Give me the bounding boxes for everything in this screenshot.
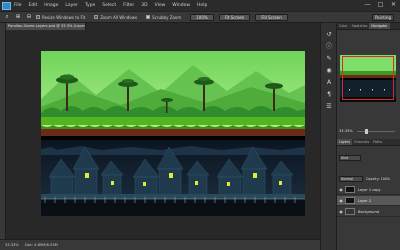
menu-type[interactable]: Type (85, 3, 95, 8)
scrubby-zoom-label: Scrubby Zoom (152, 14, 182, 20)
navigator-zoom-knob[interactable] (365, 129, 368, 134)
eye-icon[interactable]: ◉ (337, 187, 345, 192)
tab-channels[interactable]: Channels (352, 139, 371, 145)
layer-row[interactable]: ◉ Layer 1 copy (337, 185, 400, 195)
tab-navigator[interactable]: Navigator (369, 23, 390, 29)
zoom-100-button[interactable]: 100% (190, 13, 214, 21)
tree-left (66, 81, 68, 111)
layer-kind-filter[interactable]: Kind (339, 154, 361, 161)
navigator-panel-tabs: Color Swatches Navigator (337, 23, 400, 30)
menu-filter[interactable]: Filter (123, 3, 134, 8)
menu-help[interactable]: Help (197, 3, 207, 8)
menu-bar: File Edit Image Layer Type Select Filter… (0, 0, 400, 11)
history-icon[interactable]: ↺ (325, 31, 333, 39)
eye-icon[interactable]: ◉ (337, 209, 345, 214)
options-bar: ⌕ ⊕ ⊖ Resize Windows to Fit Zoom All Win… (0, 11, 400, 23)
layer-name: Layer 1 copy (358, 187, 381, 192)
menu-file[interactable]: File (14, 3, 22, 8)
status-doc-size[interactable]: Doc: 4.69M/6.55M (25, 243, 58, 247)
minimize-button[interactable]: — (363, 1, 372, 9)
zoom-in-icon[interactable]: ⊕ (14, 13, 22, 21)
info-icon[interactable]: ⓘ (325, 43, 333, 51)
character-icon[interactable]: A (325, 79, 333, 87)
tab-paths[interactable]: Paths (371, 139, 384, 145)
day-layer (41, 51, 305, 136)
paragraph-icon[interactable]: ¶ (325, 91, 333, 99)
layer-row[interactable]: ◉ Background (337, 207, 400, 217)
navigator-zoom-value[interactable]: 33.33% (339, 129, 353, 133)
layer-thumbnail (345, 208, 355, 215)
resize-windows-label: Resize Windows to Fit (42, 14, 86, 20)
menu-view[interactable]: View (155, 3, 166, 8)
panel-icon-strip: ↺ ⓘ ✎ ◉ A ¶ ☰ (320, 23, 337, 250)
menu-layer[interactable]: Layer (65, 3, 78, 8)
tab-layers[interactable]: Layers (337, 139, 352, 145)
layer-thumbnail (345, 186, 355, 193)
resize-windows-checkbox[interactable] (36, 15, 40, 19)
layer-name: Background (358, 209, 379, 214)
night-layer (41, 140, 305, 216)
status-zoom[interactable]: 33.33% (5, 243, 25, 247)
layer-row-selected[interactable]: ◉ Layer 2 (337, 196, 400, 206)
clone-source-icon[interactable]: ◉ (325, 67, 333, 75)
layers-filter-bar: Kind (339, 154, 398, 161)
layer-name: Layer 2 (358, 198, 372, 203)
navigator-zoom-slider[interactable] (357, 129, 395, 134)
status-bar: 33.33% Doc: 4.69M/6.55M (0, 239, 320, 250)
opacity-field[interactable]: Opacity: 100% (366, 177, 390, 181)
maximize-button[interactable]: □ (376, 1, 385, 9)
menu-image[interactable]: Image (44, 3, 58, 8)
menu-3d[interactable]: 3D (141, 3, 147, 8)
zoom-out-icon[interactable]: ⊖ (25, 13, 33, 21)
workspace-switcher[interactable]: Painting (372, 14, 394, 21)
fill-screen-button[interactable]: Fill Screen (255, 13, 288, 21)
tab-color[interactable]: Color (337, 23, 350, 29)
menu-edit[interactable]: Edit (29, 3, 38, 8)
tab-swatches[interactable]: Swatches (350, 23, 370, 29)
navigator-view-box[interactable] (342, 56, 394, 100)
layer-thumbnail (345, 197, 355, 204)
canvas[interactable] (41, 51, 305, 216)
fit-screen-button[interactable]: Fit Screen (218, 13, 251, 21)
zoom-all-windows-checkbox[interactable] (94, 15, 99, 19)
zoom-all-windows-label: Zoom All Windows (100, 14, 138, 20)
blend-mode-select[interactable]: Normal (339, 176, 363, 182)
app-logo[interactable] (2, 1, 11, 10)
brush-icon[interactable]: ✎ (325, 55, 333, 63)
document-tab[interactable]: Parallax-Game-Layers.psd @ 33.3% (Layer … (6, 23, 86, 30)
layers-panel-tabs: Layers Channels Paths (337, 139, 400, 146)
window-controls: — □ ✕ (363, 1, 398, 9)
eye-icon[interactable]: ◉ (337, 198, 345, 203)
menu-window[interactable]: Window (172, 3, 190, 8)
right-panels: Color Swatches Navigator 33.33% Layers C… (337, 23, 400, 250)
properties-icon[interactable]: ☰ (325, 103, 333, 111)
menu-select[interactable]: Select (102, 3, 116, 8)
zoom-tool-icon[interactable]: ⌕ (3, 13, 11, 21)
scrubby-zoom-checkbox[interactable] (146, 15, 151, 19)
close-button[interactable]: ✕ (389, 1, 398, 9)
